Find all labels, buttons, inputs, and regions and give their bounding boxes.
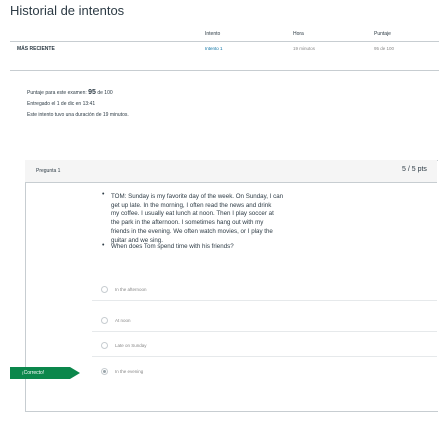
answer-label-2: At noon xyxy=(115,318,131,323)
exam-score-suffix: de 100 xyxy=(97,90,113,96)
attempt-score: 95 de 100 xyxy=(374,46,395,51)
latest-attempt-label: MÁS RECIENTE xyxy=(17,46,55,52)
question-name: Pregunta 1 xyxy=(36,168,61,174)
passage-line: TOM: Sunday is my favorite day of the we… xyxy=(111,193,284,200)
passage-line: my coffee. I usually eat lunch at noon. … xyxy=(111,210,274,218)
answer-radio-1[interactable] xyxy=(101,286,108,293)
passage-line: get up late. In the morning, I often rea… xyxy=(111,201,272,209)
prompt-bullet: • xyxy=(102,242,105,249)
answer-radio-2[interactable] xyxy=(101,317,108,324)
column-header-time: Hora xyxy=(293,31,304,37)
passage-line: the park in the afternoon. I sometimes h… xyxy=(111,219,264,227)
question-passage: TOM: Sunday is my favorite day of the we… xyxy=(111,193,341,245)
attempt-link[interactable]: Intento 1 xyxy=(205,46,223,51)
passage-line: friends in the evening. We often watch m… xyxy=(111,227,273,235)
answer-divider xyxy=(92,356,437,357)
answer-radio-4-selected[interactable] xyxy=(101,368,108,375)
exam-score: Puntaje para este examen: 95 de 100 xyxy=(27,89,113,96)
exam-score-value: 95 xyxy=(88,89,96,96)
answer-divider xyxy=(92,331,437,332)
answer-label-1: In the afternoon xyxy=(115,287,147,292)
question-prompt: When does Tom spend time with his friend… xyxy=(111,243,234,250)
passage-bullet: • xyxy=(102,191,105,198)
submitted-date: Entregado el 1 de dic en 13:41 xyxy=(27,101,96,107)
page-title: Historial de intentos xyxy=(10,3,125,18)
answer-label-4: In the evening xyxy=(115,369,144,374)
answer-radio-3[interactable] xyxy=(101,342,108,349)
correct-badge-arrow xyxy=(70,367,80,379)
attempt-time: 19 minutos xyxy=(293,46,316,51)
answer-divider xyxy=(92,300,437,301)
exam-score-prefix: Puntaje para este examen: xyxy=(27,90,87,96)
answer-label-3: Late on Sunday xyxy=(115,343,147,348)
question-header xyxy=(25,160,437,183)
column-header-attempt: Intento xyxy=(205,31,221,37)
correct-badge: ¡Correcto! xyxy=(10,367,70,379)
question-points: 5 / 5 pts xyxy=(402,166,427,173)
attempt-duration: Este intento tuvo una duración de 19 min… xyxy=(27,112,129,118)
column-header-score: Puntaje xyxy=(374,31,391,37)
table-bottom-divider xyxy=(10,70,439,71)
table-header-divider xyxy=(10,41,439,42)
